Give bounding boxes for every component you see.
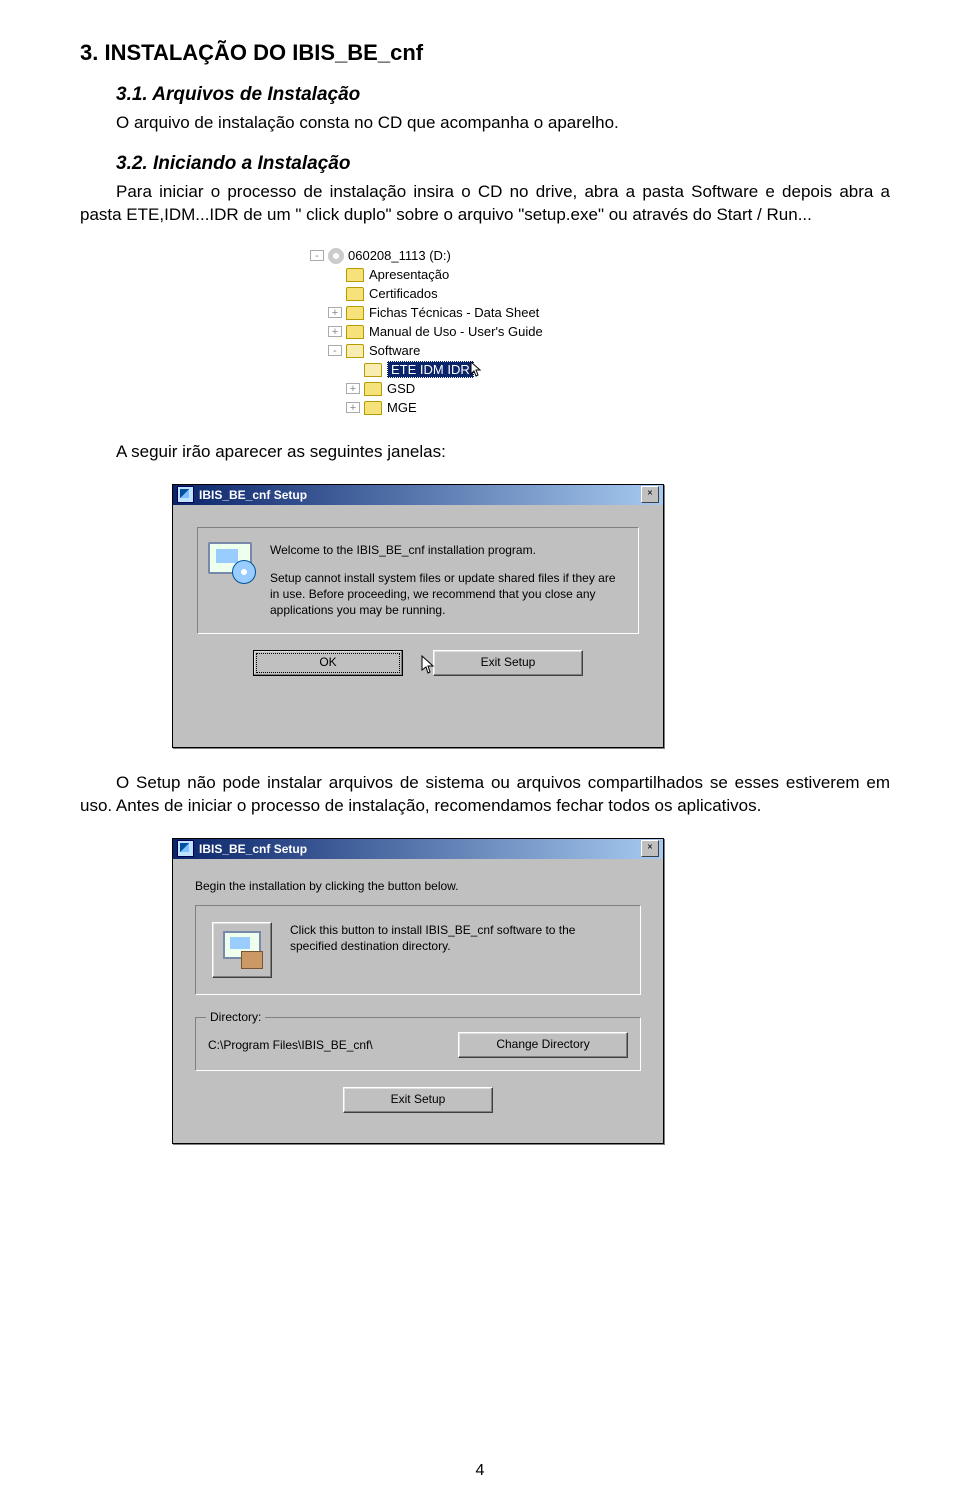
tree-expand-icon[interactable]: + xyxy=(346,402,360,413)
tree-item[interactable]: + GSD xyxy=(310,380,890,398)
dialog-title: IBIS_BE_cnf Setup xyxy=(199,842,641,856)
exit-setup-button[interactable]: Exit Setup xyxy=(343,1087,493,1113)
app-icon xyxy=(177,486,194,503)
install-icon xyxy=(223,931,261,969)
setup-welcome-dialog: IBIS_BE_cnf Setup × Welcome to the IBIS_… xyxy=(172,484,664,748)
folder-icon xyxy=(364,382,382,396)
tree-item-label: MGE xyxy=(387,400,417,415)
setup-icon xyxy=(208,542,254,582)
titlebar[interactable]: IBIS_BE_cnf Setup × xyxy=(173,485,663,505)
install-panel: Click this button to install IBIS_BE_cnf… xyxy=(195,905,641,995)
folder-tree: - 060208_1113 (D:) Apresentação Certific… xyxy=(310,247,890,417)
tree-drive-label: 060208_1113 (D:) xyxy=(348,248,451,263)
tree-item-label: Software xyxy=(369,343,420,358)
tree-collapse-icon[interactable]: - xyxy=(328,345,342,356)
cursor-icon xyxy=(421,655,435,675)
tree-collapse-icon[interactable]: - xyxy=(310,250,324,261)
tree-item-label: Certificados xyxy=(369,286,438,301)
directory-group: Directory: C:\Program Files\IBIS_BE_cnf\… xyxy=(195,1017,641,1071)
tree-item[interactable]: + Manual de Uso - User's Guide xyxy=(310,323,890,341)
dialog-title: IBIS_BE_cnf Setup xyxy=(199,488,641,502)
install-button[interactable] xyxy=(212,922,272,978)
folder-icon xyxy=(346,268,364,282)
folder-open-icon xyxy=(346,344,364,358)
folder-icon xyxy=(346,306,364,320)
tree-item-selected[interactable]: ETE IDM IDR xyxy=(310,361,890,379)
directory-legend: Directory: xyxy=(206,1010,265,1024)
tree-item-software[interactable]: - Software xyxy=(310,342,890,360)
folder-open-icon xyxy=(364,363,382,377)
paragraph-1: O arquivo de instalação consta no CD que… xyxy=(80,112,890,135)
app-icon xyxy=(177,840,194,857)
tree-drive-row[interactable]: - 060208_1113 (D:) xyxy=(310,247,890,265)
tree-item[interactable]: + MGE xyxy=(310,399,890,417)
subheading-3-1: 3.1. Arquivos de Instalação xyxy=(116,84,890,106)
welcome-line2: Setup cannot install system files or upd… xyxy=(270,570,628,619)
tree-item-label: Manual de Uso - User's Guide xyxy=(369,324,543,339)
directory-path: C:\Program Files\IBIS_BE_cnf\ xyxy=(208,1038,373,1052)
tree-item[interactable]: + Fichas Técnicas - Data Sheet xyxy=(310,304,890,322)
change-directory-button[interactable]: Change Directory xyxy=(458,1032,628,1058)
close-button[interactable]: × xyxy=(641,840,659,857)
tree-item-label: Apresentação xyxy=(369,267,449,282)
exit-setup-button[interactable]: Exit Setup xyxy=(433,650,583,676)
subheading-3-2: 3.2. Iniciando a Instalação xyxy=(116,153,890,175)
folder-icon xyxy=(346,287,364,301)
paragraph-4: O Setup não pode instalar arquivos de si… xyxy=(80,772,890,818)
install-message: Click this button to install IBIS_BE_cnf… xyxy=(290,922,624,954)
begin-instruction: Begin the installation by clicking the b… xyxy=(195,879,641,893)
folder-icon xyxy=(346,325,364,339)
tree-item-label: GSD xyxy=(387,381,415,396)
titlebar[interactable]: IBIS_BE_cnf Setup × xyxy=(173,839,663,859)
cd-icon xyxy=(328,248,344,264)
page-number: 4 xyxy=(0,1462,960,1480)
ok-button[interactable]: OK xyxy=(253,650,403,676)
tree-item[interactable]: Apresentação xyxy=(310,266,890,284)
tree-item[interactable]: Certificados xyxy=(310,285,890,303)
folder-icon xyxy=(364,401,382,415)
tree-item-label: Fichas Técnicas - Data Sheet xyxy=(369,305,539,320)
tree-expand-icon[interactable]: + xyxy=(346,383,360,394)
tree-expand-icon[interactable]: + xyxy=(328,307,342,318)
close-button[interactable]: × xyxy=(641,486,659,503)
tree-expand-icon[interactable]: + xyxy=(328,326,342,337)
paragraph-2: Para iniciar o processo de instalação in… xyxy=(80,181,890,227)
message-panel: Welcome to the IBIS_BE_cnf installation … xyxy=(197,527,639,634)
setup-begin-dialog: IBIS_BE_cnf Setup × Begin the installati… xyxy=(172,838,664,1144)
paragraph-3: A seguir irão aparecer as seguintes jane… xyxy=(80,441,890,464)
tree-item-label-selected: ETE IDM IDR xyxy=(387,361,474,378)
cursor-icon xyxy=(470,361,482,379)
welcome-line1: Welcome to the IBIS_BE_cnf installation … xyxy=(270,542,628,558)
section-heading: 3. INSTALAÇÃO DO IBIS_BE_cnf xyxy=(80,40,890,66)
